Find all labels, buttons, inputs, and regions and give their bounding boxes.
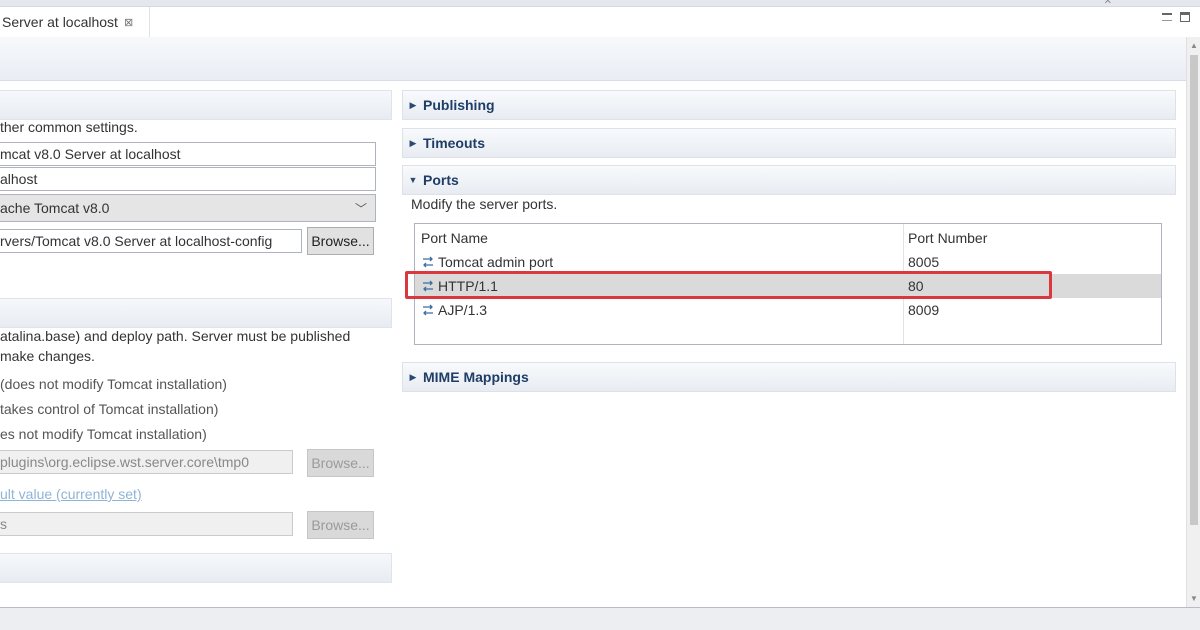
server-options-section-header[interactable] (0, 553, 392, 583)
host-name-field[interactable]: alhost (0, 167, 376, 191)
port-icon (421, 304, 435, 316)
configuration-path-field[interactable]: rvers/Tomcat v8.0 Server at localhost-co… (0, 229, 302, 253)
radio-custom-location[interactable]: es not modify Tomcat installation) (0, 426, 207, 442)
port-number-cell[interactable]: 8005 (908, 254, 939, 270)
browse-deploy-path-button[interactable]: Browse... (307, 511, 374, 539)
port-name-text: AJP/1.3 (438, 302, 488, 318)
general-section-header[interactable] (0, 90, 392, 120)
maximize-icon[interactable] (1180, 12, 1190, 22)
triangle-right-icon: ▶ (409, 99, 417, 110)
port-number-cell[interactable]: 8009 (908, 302, 939, 318)
scrollbar-thumb[interactable] (1190, 55, 1198, 525)
tab-title: Server at localhost (2, 14, 118, 30)
publishing-section-title: Publishing (423, 97, 495, 113)
bottom-status-bar (0, 607, 1200, 630)
port-name-text: Tomcat admin port (438, 254, 554, 270)
port-icon (421, 256, 435, 268)
deploy-path-field[interactable]: s (0, 512, 293, 536)
column-header-port-name[interactable]: Port Name (421, 230, 488, 246)
timeouts-section-header[interactable]: ▶ Timeouts (402, 128, 1176, 158)
close-icon[interactable]: ✕ (1104, 0, 1112, 7)
port-name-cell: Tomcat admin port (421, 254, 553, 270)
vertical-scrollbar[interactable]: ▲ ▼ (1186, 37, 1200, 607)
browse-server-path-button[interactable]: Browse... (307, 449, 374, 477)
server-locations-section-header[interactable] (0, 298, 392, 328)
editor-tab-bar: Server at localhost ⊠ (0, 7, 1200, 37)
ports-section-title: Ports (423, 172, 459, 188)
timeouts-section-title: Timeouts (423, 135, 485, 151)
port-name-cell: AJP/1.3 (421, 302, 487, 318)
triangle-right-icon: ▶ (409, 137, 417, 148)
editor-header-band (0, 37, 1186, 81)
radio-tomcat-installation[interactable]: takes control of Tomcat installation) (0, 401, 218, 417)
runtime-environment-select[interactable]: ache Tomcat v8.0 ﹀ (0, 194, 376, 222)
scroll-down-icon[interactable]: ▼ (1190, 594, 1198, 603)
table-row[interactable]: AJP/1.3 8009 (415, 298, 1161, 322)
window-top-strip: ✕ (0, 0, 1200, 7)
general-description: ther common settings. (0, 119, 138, 135)
triangle-right-icon: ▶ (409, 371, 417, 382)
mime-mappings-section-title: MIME Mappings (423, 369, 529, 385)
browse-config-button[interactable]: Browse... (307, 227, 374, 255)
tab-close-icon[interactable]: ⊠ (124, 16, 133, 29)
mime-mappings-section-header[interactable]: ▶ MIME Mappings (402, 362, 1176, 392)
highlight-annotation (405, 271, 1052, 299)
runtime-environment-value: ache Tomcat v8.0 (0, 200, 110, 216)
server-path-field[interactable]: plugins\org.eclipse.wst.server.core\tmp0 (0, 450, 293, 474)
minimize-icon[interactable] (1162, 13, 1172, 21)
publishing-section-header[interactable]: ▶ Publishing (402, 90, 1176, 120)
ports-description: Modify the server ports. (411, 196, 558, 212)
chevron-down-icon: ﹀ (354, 202, 367, 216)
scroll-up-icon[interactable]: ▲ (1190, 41, 1198, 50)
ports-section-header[interactable]: ▼ Ports (402, 165, 1176, 195)
locations-description-line1: atalina.base) and deploy path. Server mu… (0, 328, 351, 344)
column-header-port-number[interactable]: Port Number (908, 230, 987, 246)
set-default-link[interactable]: ult value (currently set) (0, 486, 142, 502)
tab-server-editor[interactable]: Server at localhost ⊠ (0, 7, 150, 37)
locations-description-line2: make changes. (0, 348, 95, 364)
server-name-field[interactable]: mcat v8.0 Server at localhost (0, 142, 376, 166)
radio-workspace-metadata[interactable]: (does not modify Tomcat installation) (0, 376, 227, 392)
triangle-down-icon: ▼ (408, 175, 418, 185)
